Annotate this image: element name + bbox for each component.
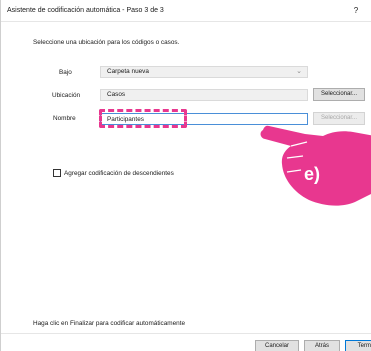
bajo-dropdown[interactable]: Carpeta nueva ⌄ xyxy=(100,66,308,78)
nombre-label: Nombre xyxy=(53,115,76,122)
cancel-button[interactable]: Cancelar xyxy=(255,340,299,351)
descendientes-checkbox-label: Agregar codificación de descendientes xyxy=(64,169,174,177)
ubicacion-label: Ubicación xyxy=(52,92,81,99)
footer-divider xyxy=(1,333,371,334)
highlight-box xyxy=(99,109,187,128)
back-button[interactable]: Atrás xyxy=(304,340,340,351)
bajo-label: Bajo xyxy=(59,69,72,76)
ubicacion-field: Casos xyxy=(100,89,308,101)
help-button[interactable]: ? xyxy=(349,4,363,18)
chevron-down-icon: ⌄ xyxy=(296,68,302,75)
footer-hint: Haga clic en Finalizar para codificar au… xyxy=(33,320,186,327)
instruction-text: Seleccione una ubicación para los código… xyxy=(33,39,180,46)
descendientes-checkbox-row[interactable]: Agregar codificación de descendientes xyxy=(53,169,174,177)
autocode-wizard-dialog: Asistente de codificación automática - P… xyxy=(0,0,371,351)
descendientes-checkbox[interactable] xyxy=(53,169,61,177)
finish-button[interactable]: Termi xyxy=(345,340,371,351)
window-title: Asistente de codificación automática - P… xyxy=(7,7,164,14)
bajo-dropdown-value: Carpeta nueva xyxy=(107,68,149,75)
title-bar: Asistente de codificación automática - P… xyxy=(1,0,371,22)
step-annotation-label: e) xyxy=(304,164,321,184)
seleccionar-ubicacion-button[interactable]: Seleccionar... xyxy=(313,88,365,101)
